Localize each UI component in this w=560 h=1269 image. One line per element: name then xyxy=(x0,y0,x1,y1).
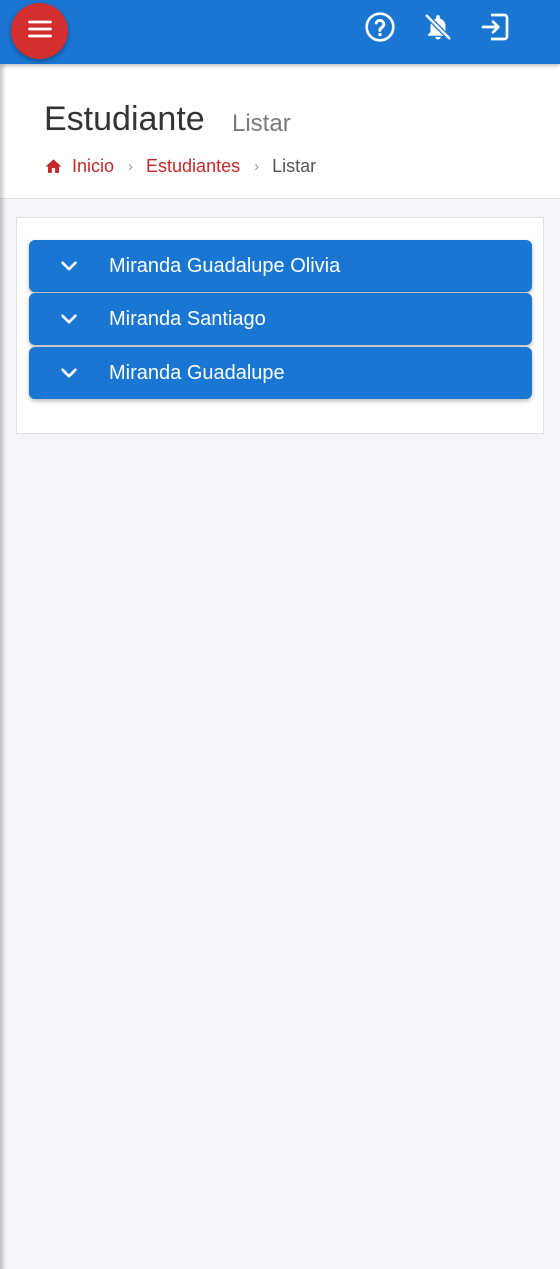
help-button[interactable] xyxy=(364,11,396,48)
drawer-edge-shadow xyxy=(0,64,6,1269)
chevron-down-icon xyxy=(57,361,81,385)
breadcrumb: Inicio › Estudiantes › Listar xyxy=(44,154,316,178)
student-name: Miranda Santiago xyxy=(109,307,266,330)
bell-off-icon xyxy=(423,12,453,47)
chevron-down-icon xyxy=(57,254,81,278)
breadcrumb-home-link[interactable]: Inicio xyxy=(72,156,114,177)
student-accordion-item[interactable]: Miranda Santiago xyxy=(29,293,532,345)
page-title: Estudiante xyxy=(44,100,205,138)
menu-button[interactable] xyxy=(11,3,68,59)
logout-button[interactable] xyxy=(479,13,511,45)
home-icon[interactable] xyxy=(44,157,63,176)
chevron-down-icon xyxy=(57,307,81,331)
student-name: Miranda Guadalupe xyxy=(109,361,285,384)
students-panel: Miranda Guadalupe Olivia Miranda Santiag… xyxy=(16,217,544,434)
app-bar xyxy=(0,0,560,64)
student-accordion-item[interactable]: Miranda Guadalupe xyxy=(29,347,532,399)
student-accordion-item[interactable]: Miranda Guadalupe Olivia xyxy=(29,240,532,292)
page-subtitle: Listar xyxy=(232,110,291,137)
page-header: Estudiante Listar Inicio › Estudiantes ›… xyxy=(0,64,560,199)
breadcrumb-students-link[interactable]: Estudiantes xyxy=(146,156,240,177)
breadcrumb-separator: › xyxy=(128,157,134,175)
help-circle-icon xyxy=(364,11,396,48)
menu-icon xyxy=(26,15,54,48)
breadcrumb-separator: › xyxy=(254,157,260,175)
student-name: Miranda Guadalupe Olivia xyxy=(109,254,341,277)
notifications-button[interactable] xyxy=(422,13,454,45)
breadcrumb-current: Listar xyxy=(272,155,317,176)
logout-icon xyxy=(479,11,511,48)
